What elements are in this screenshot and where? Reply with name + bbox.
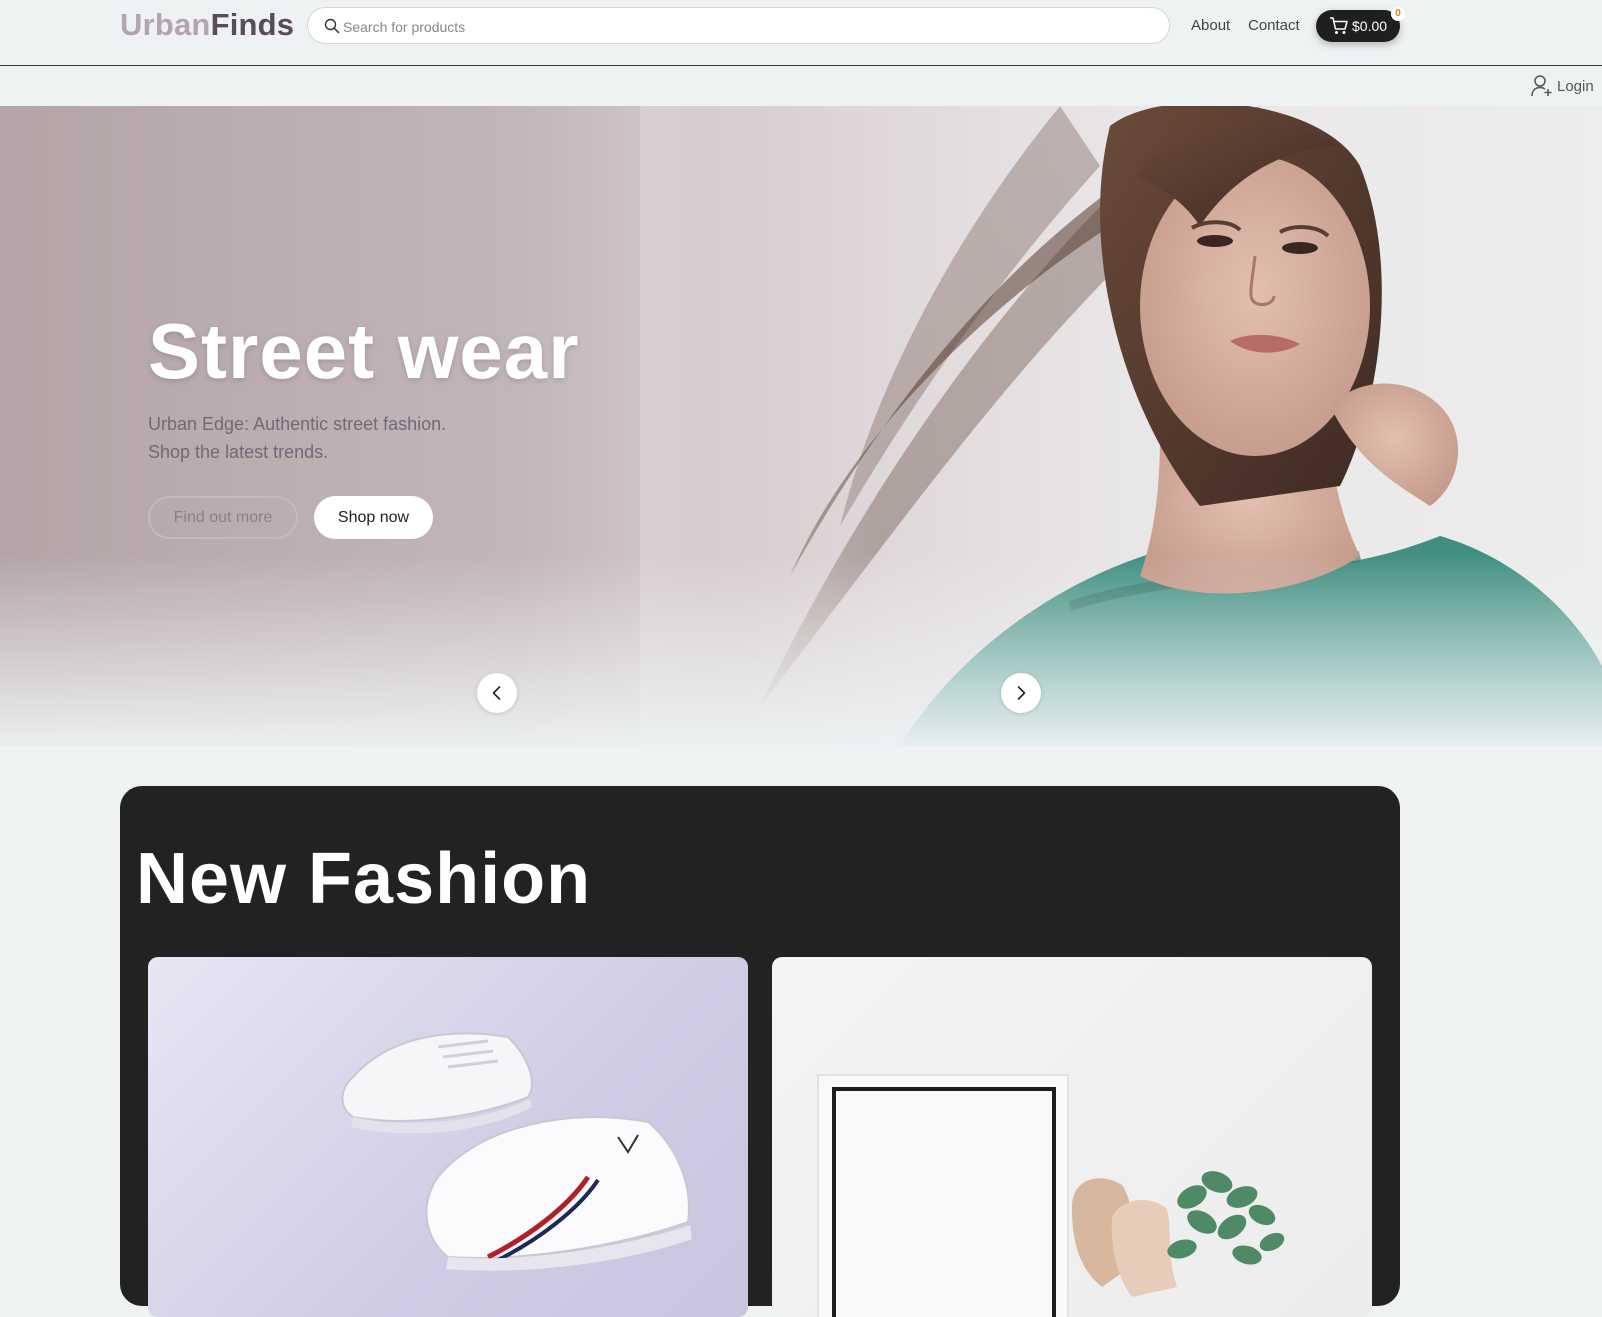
brand-logo[interactable]: UrbanFinds	[120, 7, 294, 43]
hero-carousel: Street wear Urban Edge: Authentic street…	[0, 106, 1602, 746]
chevron-right-icon	[1017, 686, 1026, 700]
chevron-left-icon	[492, 686, 501, 700]
cart-count-badge: 0	[1391, 7, 1405, 21]
user-add-icon	[1531, 75, 1552, 97]
section-title: New Fashion	[136, 839, 592, 919]
logo-part-finds: Finds	[210, 7, 295, 42]
hero-title: Street wear	[148, 307, 580, 395]
new-fashion-section: New Fashion	[120, 786, 1400, 1317]
home-decor-image	[817, 1074, 1285, 1317]
shop-now-button[interactable]: Shop now	[314, 496, 433, 539]
login-label: Login	[1557, 78, 1594, 95]
search-bar[interactable]	[307, 7, 1170, 45]
find-out-more-button[interactable]: Find out more	[148, 496, 298, 539]
carousel-prev-button[interactable]	[477, 673, 517, 713]
nav-link-about[interactable]: About	[1191, 17, 1230, 34]
search-input[interactable]	[341, 8, 1145, 45]
hero-subtitle-line-1: Urban Edge: Authentic street fashion.	[148, 414, 447, 434]
nav-link-contact[interactable]: Contact	[1248, 17, 1300, 34]
product-card-sneakers[interactable]	[148, 957, 748, 1317]
search-icon	[324, 18, 340, 34]
carousel-next-button[interactable]	[1001, 673, 1041, 713]
secondary-bar	[0, 66, 1602, 106]
logo-part-urban: Urban	[120, 7, 211, 42]
top-navigation-bar: UrbanFinds About Contact $0.00 0	[0, 0, 1602, 66]
product-card-home-decor[interactable]	[772, 957, 1372, 1317]
cart-button[interactable]: $0.00 0	[1316, 7, 1405, 42]
cart-icon	[1330, 17, 1348, 34]
hero-subtitle: Urban Edge: Authentic street fashion. Sh…	[148, 410, 446, 466]
cart-total: $0.00	[1352, 18, 1388, 34]
sneakers-image	[341, 1032, 692, 1271]
hero-subtitle-line-2: Shop the latest trends.	[148, 442, 329, 462]
